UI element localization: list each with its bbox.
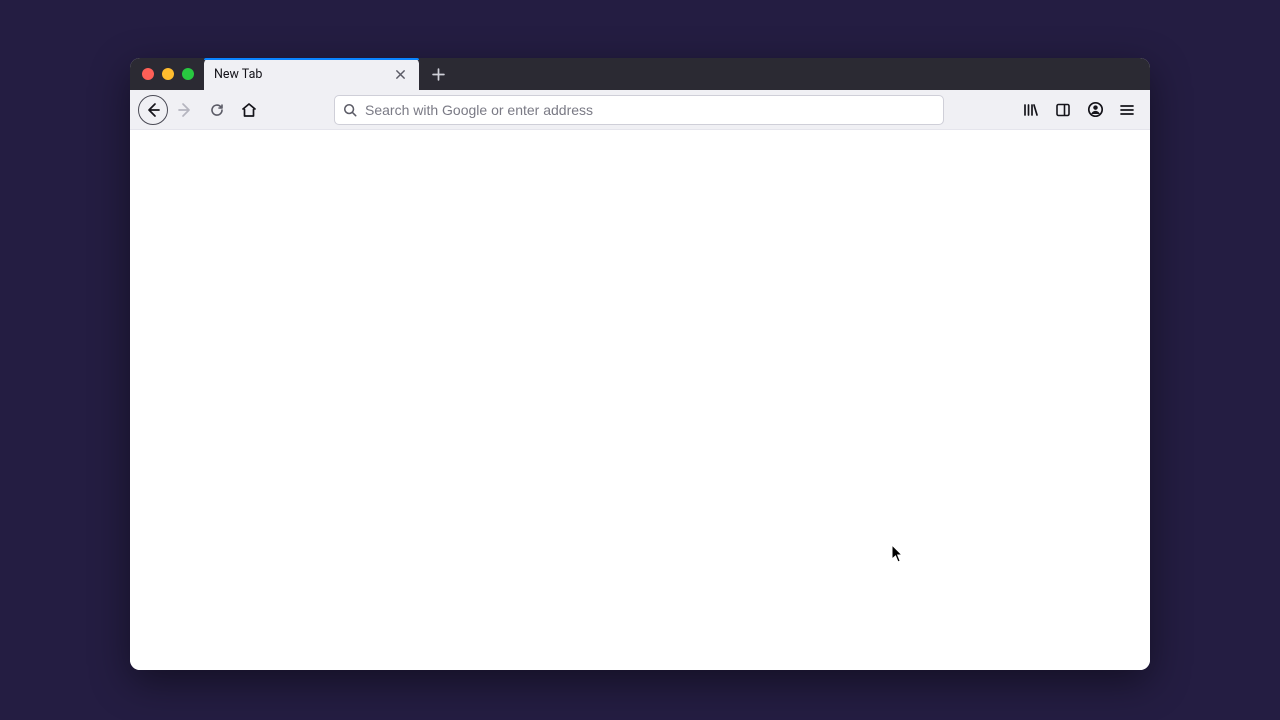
arrow-left-icon (145, 102, 161, 118)
browser-window: New Tab (130, 58, 1150, 670)
home-icon (241, 102, 257, 118)
tab-title: New Tab (214, 67, 391, 82)
hamburger-icon (1119, 102, 1135, 118)
window-minimize-button[interactable] (162, 68, 174, 80)
forward-button[interactable] (170, 95, 200, 125)
arrow-right-icon (177, 102, 193, 118)
library-button[interactable] (1016, 95, 1046, 125)
tab-strip: New Tab (204, 58, 1150, 90)
app-menu-button[interactable] (1112, 95, 1142, 125)
reload-icon (209, 102, 225, 118)
close-icon (395, 69, 406, 80)
page-content-area (130, 130, 1150, 670)
window-maximize-button[interactable] (182, 68, 194, 80)
new-tab-button[interactable] (423, 59, 453, 89)
home-button[interactable] (234, 95, 264, 125)
toolbar-right (1016, 95, 1142, 125)
plus-icon (432, 68, 445, 81)
address-bar[interactable] (334, 95, 944, 125)
sidebar-icon (1055, 102, 1071, 118)
search-icon (343, 103, 357, 117)
window-close-button[interactable] (142, 68, 154, 80)
back-button[interactable] (138, 95, 168, 125)
window-controls (130, 58, 204, 90)
reload-button[interactable] (202, 95, 232, 125)
title-bar: New Tab (130, 58, 1150, 90)
account-icon (1087, 101, 1104, 118)
sidebar-button[interactable] (1048, 95, 1078, 125)
tab-close-button[interactable] (391, 65, 409, 83)
tab-active[interactable]: New Tab (204, 58, 419, 90)
library-icon (1023, 102, 1039, 118)
address-input[interactable] (365, 102, 935, 118)
navigation-toolbar (130, 90, 1150, 130)
account-button[interactable] (1080, 95, 1110, 125)
